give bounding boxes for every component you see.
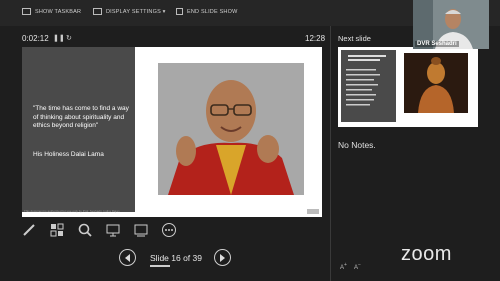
slide-navigation: Slide 16 of 39 [119,249,231,267]
black-screen-button[interactable] [132,222,150,238]
next-slide-label: Next slide [338,34,371,43]
previous-arrow-icon [124,253,130,262]
zoom-slide-button[interactable] [76,222,94,238]
dalai-lama-photo [158,63,304,195]
next-slide-thumbnail[interactable] [338,47,478,127]
slide-counter-label: Slide 16 of 39 [150,252,202,263]
previous-slide-button[interactable] [119,249,136,266]
slide-quote: "The time has come to find a way of thin… [33,105,129,129]
next-slide-button[interactable] [213,249,231,266]
zoom-logo: zoom [401,243,452,265]
display-settings-label: DISPLAY SETTINGS ▾ [106,8,166,15]
logo-mark-icon [307,209,319,214]
current-time: 12:28 [305,34,326,43]
decrease-font-button[interactable]: A− [354,262,361,271]
more-icon [162,223,176,237]
slide-footer-note: This document is authorized for use only… [24,209,120,213]
slide-quote-panel: "The time has come to find a way of thin… [22,47,135,212]
taskbar-icon [22,8,31,15]
show-taskbar-label: SHOW TASKBAR [35,8,82,15]
end-slide-show-label: END SLIDE SHOW [187,8,238,15]
participant-name: DVR Seshadri [415,41,459,47]
participant-video[interactable]: DVR Seshadri [413,0,489,49]
monitor-icon [93,8,102,15]
slide-quote-author: His Holiness Dalai Lama [33,151,104,158]
next-arrow-icon [220,253,226,262]
see-all-slides-button[interactable] [48,222,66,238]
show-taskbar-button[interactable]: SHOW TASKBAR [22,8,81,15]
end-slide-show-button[interactable]: END SLIDE SHOW [176,8,237,15]
grid-icon [50,223,64,237]
slide-photo [158,63,304,195]
current-slide[interactable]: "The time has come to find a way of thin… [22,47,322,217]
increase-font-button[interactable]: A+ [340,262,347,271]
slide-counter[interactable]: Slide 16 of 39 [150,252,202,267]
magnifier-icon [78,223,92,237]
slide-tools [20,222,178,238]
pen-tool-button[interactable] [20,222,38,238]
pointer-icon [106,224,120,237]
elapsed-timer: 0:02:12 [22,34,49,43]
pause-timer-icon[interactable]: ❚❚ [53,34,65,42]
more-options-button[interactable] [160,222,178,238]
pane-divider[interactable] [330,26,331,281]
slide-progress-bar [150,264,170,267]
speaker-notes: No Notes. [338,140,376,150]
display-settings-button[interactable]: DISPLAY SETTINGS ▾ [93,8,166,15]
pointer-options-button[interactable] [104,222,122,238]
pen-icon [23,224,35,236]
end-show-icon [176,8,183,15]
reset-timer-icon[interactable]: ↻ [66,34,72,42]
screen-icon [134,224,148,237]
next-slide-preview [338,47,478,127]
slide-logo [307,209,319,215]
